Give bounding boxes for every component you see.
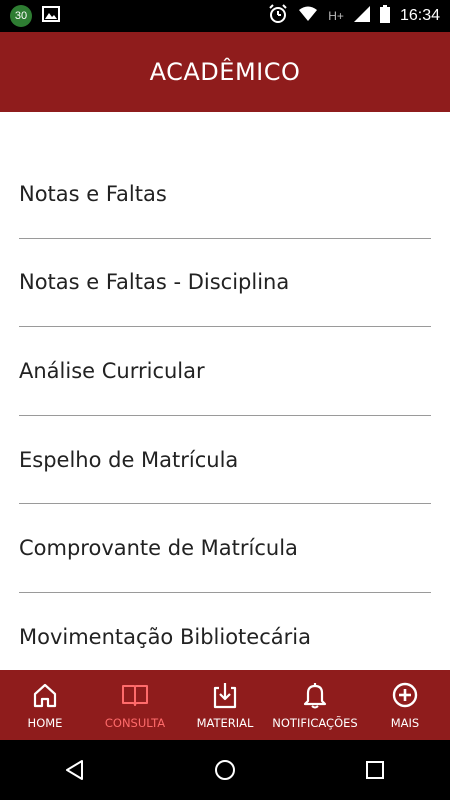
network-type: H+ — [328, 9, 344, 23]
download-icon — [213, 683, 237, 709]
status-time: 16:34 — [399, 7, 440, 24]
status-bar: 30 H+ 16:34 — [0, 0, 450, 32]
home-button[interactable] — [205, 750, 245, 790]
nav-mais-label: MAIS — [390, 716, 420, 730]
alarm-icon — [268, 4, 288, 28]
app-header: ACADÊMICO — [0, 32, 450, 112]
menu-item-label: Notas e Faltas — [19, 181, 167, 206]
menu-item-label: Notas e Faltas - Disciplina — [19, 270, 290, 295]
nav-notificacoes[interactable]: NOTIFICAÇÕES — [270, 670, 360, 740]
status-left: 30 — [10, 5, 60, 27]
home-icon — [33, 683, 57, 708]
menu-item-label: Análise Curricular — [19, 358, 205, 383]
page-title: ACADÊMICO — [149, 58, 301, 86]
bottom-nav: HOME CONSULTA MATERIAL NOTIFICAÇÕES MAIS — [0, 670, 450, 740]
menu-item-notas-e-faltas-disciplina[interactable]: Notas e Faltas - Disciplina — [19, 239, 431, 328]
back-icon — [66, 760, 83, 780]
nav-consulta-label: CONSULTA — [104, 716, 166, 730]
nav-material-label: MATERIAL — [196, 716, 254, 730]
menu-item-espelho-de-matricula[interactable]: Espelho de Matrícula — [19, 416, 431, 505]
wifi-icon — [298, 6, 318, 26]
status-right: H+ 16:34 — [268, 4, 440, 28]
nav-home[interactable]: HOME — [0, 670, 90, 740]
menu-list: Notas e Faltas Notas e Faltas - Discipli… — [0, 150, 450, 670]
plus-circle-icon — [392, 682, 418, 708]
system-nav-bar — [0, 740, 450, 800]
signal-icon — [353, 6, 370, 26]
menu-item-label: Movimentação Bibliotecária — [19, 625, 311, 650]
menu-item-movimentacao-bibliotecaria[interactable]: Movimentação Bibliotecária — [19, 593, 431, 670]
menu-item-label: Comprovante de Matrícula — [19, 536, 298, 561]
battery-icon — [379, 5, 390, 27]
menu-item-label: Espelho de Matrícula — [19, 447, 239, 472]
nav-material[interactable]: MATERIAL — [180, 670, 270, 740]
menu-item-analise-curricular[interactable]: Análise Curricular — [19, 327, 431, 416]
square-recents-icon — [366, 761, 384, 779]
nav-home-label: HOME — [27, 716, 63, 730]
nav-mais[interactable]: MAIS — [360, 670, 450, 740]
notification-badge: 30 — [10, 5, 32, 27]
menu-item-comprovante-de-matricula[interactable]: Comprovante de Matrícula — [19, 504, 431, 593]
nav-consulta[interactable]: CONSULTA — [90, 670, 180, 740]
bell-icon — [303, 683, 327, 709]
menu-item-notas-e-faltas[interactable]: Notas e Faltas — [19, 150, 431, 239]
circle-home-icon — [215, 760, 235, 780]
back-button[interactable] — [55, 750, 95, 790]
nav-notificacoes-label: NOTIFICAÇÕES — [272, 716, 358, 730]
recents-button[interactable] — [355, 750, 395, 790]
book-icon — [122, 685, 148, 706]
image-icon — [42, 6, 60, 26]
